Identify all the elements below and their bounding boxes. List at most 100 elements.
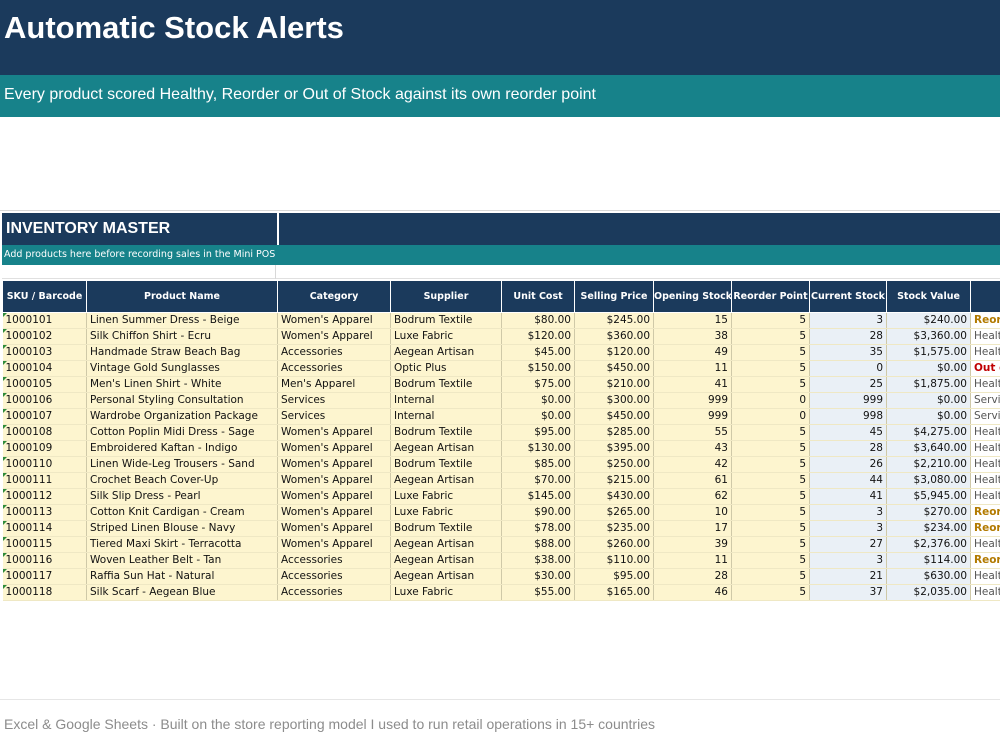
status-cell[interactable]: Healthy <box>970 472 1000 489</box>
selling-price-cell[interactable]: $95.00 <box>574 568 654 585</box>
selling-price-cell[interactable]: $450.00 <box>574 408 654 425</box>
category-cell[interactable]: Women's Apparel <box>277 424 391 441</box>
product-name-cell[interactable]: Vintage Gold Sunglasses <box>86 360 278 377</box>
stock-value-cell[interactable]: $114.00 <box>886 552 971 569</box>
opening-stock-cell[interactable]: 38 <box>653 328 732 345</box>
unit-cost-cell[interactable]: $120.00 <box>501 328 575 345</box>
opening-stock-cell[interactable]: 46 <box>653 584 732 601</box>
category-cell[interactable]: Women's Apparel <box>277 472 391 489</box>
reorder-point-cell[interactable]: 5 <box>731 360 810 377</box>
section-note[interactable]: Add products here before recording sales… <box>4 249 275 260</box>
category-cell[interactable]: Accessories <box>277 568 391 585</box>
reorder-point-cell[interactable]: 5 <box>731 472 810 489</box>
section-title[interactable]: INVENTORY MASTER <box>6 220 170 238</box>
status-cell[interactable]: Healthy <box>970 440 1000 457</box>
selling-price-cell[interactable]: $430.00 <box>574 488 654 505</box>
product-name-cell[interactable]: Cotton Poplin Midi Dress - Sage <box>86 424 278 441</box>
product-name-cell[interactable]: Men's Linen Shirt - White <box>86 376 278 393</box>
stock-value-cell[interactable]: $2,035.00 <box>886 584 971 601</box>
stock-value-cell[interactable]: $240.00 <box>886 312 971 329</box>
stock-value-cell[interactable]: $0.00 <box>886 392 971 409</box>
unit-cost-cell[interactable]: $90.00 <box>501 504 575 521</box>
reorder-point-cell[interactable]: 5 <box>731 504 810 521</box>
supplier-cell[interactable]: Aegean Artisan <box>390 568 502 585</box>
unit-cost-cell[interactable]: $38.00 <box>501 552 575 569</box>
current-stock-cell[interactable]: 35 <box>809 344 887 361</box>
opening-stock-cell[interactable]: 28 <box>653 568 732 585</box>
selling-price-cell[interactable]: $165.00 <box>574 584 654 601</box>
product-name-cell[interactable]: Tiered Maxi Skirt - Terracotta <box>86 536 278 553</box>
current-stock-cell[interactable]: 3 <box>809 504 887 521</box>
status-cell[interactable]: Healthy <box>970 328 1000 345</box>
status-cell[interactable]: Healthy <box>970 456 1000 473</box>
supplier-cell[interactable]: Luxe Fabric <box>390 328 502 345</box>
column-header-status[interactable]: St <box>970 280 1000 313</box>
selling-price-cell[interactable]: $265.00 <box>574 504 654 521</box>
unit-cost-cell[interactable]: $0.00 <box>501 392 575 409</box>
status-cell[interactable]: Healthy <box>970 584 1000 601</box>
reorder-point-cell[interactable]: 5 <box>731 312 810 329</box>
current-stock-cell[interactable]: 0 <box>809 360 887 377</box>
supplier-cell[interactable]: Bodrum Textile <box>390 520 502 537</box>
reorder-point-cell[interactable]: 5 <box>731 520 810 537</box>
stock-value-cell[interactable]: $3,360.00 <box>886 328 971 345</box>
current-stock-cell[interactable]: 27 <box>809 536 887 553</box>
opening-stock-cell[interactable]: 11 <box>653 360 732 377</box>
stock-value-cell[interactable]: $234.00 <box>886 520 971 537</box>
column-header-selling-price[interactable]: Selling Price <box>574 280 654 313</box>
opening-stock-cell[interactable]: 55 <box>653 424 732 441</box>
sku-cell[interactable]: 1000108 <box>2 424 87 441</box>
opening-stock-cell[interactable]: 49 <box>653 344 732 361</box>
category-cell[interactable]: Men's Apparel <box>277 376 391 393</box>
selling-price-cell[interactable]: $250.00 <box>574 456 654 473</box>
sku-cell[interactable]: 1000109 <box>2 440 87 457</box>
current-stock-cell[interactable]: 41 <box>809 488 887 505</box>
opening-stock-cell[interactable]: 17 <box>653 520 732 537</box>
supplier-cell[interactable]: Luxe Fabric <box>390 488 502 505</box>
category-cell[interactable]: Services <box>277 392 391 409</box>
product-name-cell[interactable]: Silk Slip Dress - Pearl <box>86 488 278 505</box>
product-name-cell[interactable]: Personal Styling Consultation <box>86 392 278 409</box>
sku-cell[interactable]: 1000101 <box>2 312 87 329</box>
selling-price-cell[interactable]: $235.00 <box>574 520 654 537</box>
reorder-point-cell[interactable]: 5 <box>731 328 810 345</box>
sku-cell[interactable]: 1000104 <box>2 360 87 377</box>
supplier-cell[interactable]: Aegean Artisan <box>390 440 502 457</box>
unit-cost-cell[interactable]: $0.00 <box>501 408 575 425</box>
category-cell[interactable]: Accessories <box>277 344 391 361</box>
category-cell[interactable]: Women's Apparel <box>277 488 391 505</box>
category-cell[interactable]: Women's Apparel <box>277 312 391 329</box>
column-header-reorder-point[interactable]: Reorder Point <box>731 280 810 313</box>
status-cell[interactable]: Out of Stock <box>970 360 1000 377</box>
product-name-cell[interactable]: Linen Summer Dress - Beige <box>86 312 278 329</box>
category-cell[interactable]: Women's Apparel <box>277 504 391 521</box>
sku-cell[interactable]: 1000107 <box>2 408 87 425</box>
sku-cell[interactable]: 1000112 <box>2 488 87 505</box>
status-cell[interactable]: Healthy <box>970 488 1000 505</box>
current-stock-cell[interactable]: 3 <box>809 520 887 537</box>
column-header-category[interactable]: Category <box>277 280 391 313</box>
product-name-cell[interactable]: Striped Linen Blouse - Navy <box>86 520 278 537</box>
status-cell[interactable]: Healthy <box>970 424 1000 441</box>
column-header-current-stock[interactable]: Current Stock <box>809 280 887 313</box>
column-header-sku[interactable]: SKU / Barcode <box>2 280 87 313</box>
supplier-cell[interactable]: Bodrum Textile <box>390 312 502 329</box>
sku-cell[interactable]: 1000113 <box>2 504 87 521</box>
stock-value-cell[interactable]: $2,376.00 <box>886 536 971 553</box>
product-name-cell[interactable]: Wardrobe Organization Package <box>86 408 278 425</box>
supplier-cell[interactable]: Aegean Artisan <box>390 536 502 553</box>
current-stock-cell[interactable]: 28 <box>809 328 887 345</box>
product-name-cell[interactable]: Cotton Knit Cardigan - Cream <box>86 504 278 521</box>
unit-cost-cell[interactable]: $150.00 <box>501 360 575 377</box>
current-stock-cell[interactable]: 3 <box>809 552 887 569</box>
status-cell[interactable]: Service <box>970 392 1000 409</box>
opening-stock-cell[interactable]: 11 <box>653 552 732 569</box>
unit-cost-cell[interactable]: $78.00 <box>501 520 575 537</box>
reorder-point-cell[interactable]: 5 <box>731 344 810 361</box>
current-stock-cell[interactable]: 998 <box>809 408 887 425</box>
category-cell[interactable]: Women's Apparel <box>277 520 391 537</box>
current-stock-cell[interactable]: 21 <box>809 568 887 585</box>
sku-cell[interactable]: 1000106 <box>2 392 87 409</box>
status-cell[interactable]: Reorder <box>970 552 1000 569</box>
selling-price-cell[interactable]: $450.00 <box>574 360 654 377</box>
